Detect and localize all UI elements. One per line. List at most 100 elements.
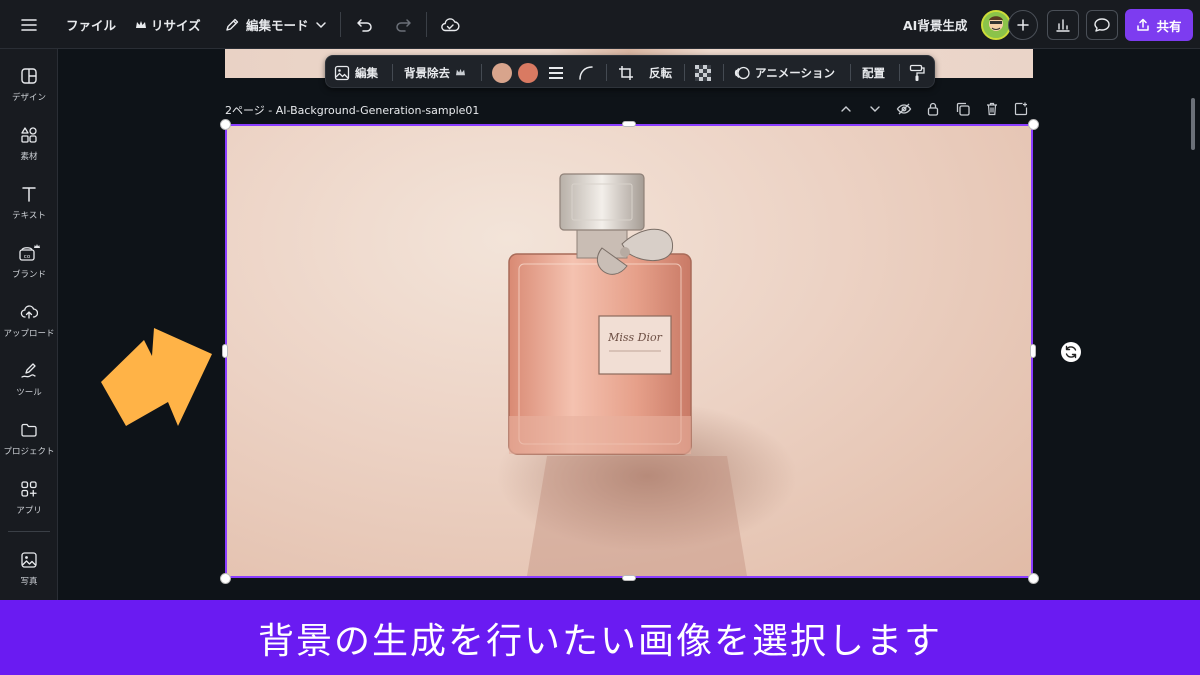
color-swatch-2[interactable]	[518, 63, 538, 83]
image-edit-icon	[334, 65, 350, 80]
top-bar: ファイル リサイズ 編集モード AI背景生成 共有	[0, 0, 1200, 49]
resize-handle-right[interactable]	[1030, 344, 1036, 358]
copy-style-button[interactable]	[909, 56, 925, 89]
position-button[interactable]: 配置	[862, 56, 885, 89]
resize-handle-bottom[interactable]	[622, 575, 636, 581]
add-page-button[interactable]	[1011, 100, 1031, 118]
elements-icon	[21, 127, 37, 143]
delete-page-button[interactable]	[982, 100, 1002, 118]
layout-icon	[21, 68, 37, 84]
edit-mode-label: 編集モード	[246, 18, 309, 33]
checkerboard-icon	[695, 64, 711, 81]
page-title: 2ページ - AI-Background-Generation-sample01	[225, 104, 480, 117]
move-page-down-button[interactable]	[865, 100, 885, 118]
sidebar-item-label: ツール	[16, 388, 42, 398]
position-label: 配置	[862, 65, 885, 80]
edit-mode-dropdown[interactable]: 編集モード	[224, 0, 327, 49]
edit-image-button[interactable]: 編集	[334, 56, 378, 89]
share-button[interactable]: 共有	[1125, 9, 1193, 41]
sidebar-item-label: ブランド	[11, 270, 46, 280]
sidebar-item-elements[interactable]: 素材	[0, 126, 58, 176]
divider	[392, 64, 393, 81]
flip-button[interactable]: 反転	[649, 56, 672, 89]
folder-icon	[21, 423, 37, 437]
rotate-icon	[1065, 345, 1077, 359]
chevron-down-icon	[870, 106, 880, 112]
divider	[340, 12, 341, 37]
svg-text:Miss Dior: Miss Dior	[607, 331, 663, 344]
resize-label: リサイズ	[151, 18, 201, 33]
resize-handle-bottom-right[interactable]	[1028, 573, 1039, 584]
divider	[899, 64, 900, 81]
crop-icon	[619, 65, 633, 80]
add-collaborator-button[interactable]	[1008, 10, 1038, 40]
corner-rounding-button[interactable]	[578, 56, 594, 89]
transparency-button[interactable]	[695, 56, 711, 89]
lock-page-button[interactable]	[923, 100, 943, 118]
rotate-button[interactable]	[1061, 342, 1081, 362]
chevron-up-icon	[841, 106, 851, 112]
resize-handle-top-right[interactable]	[1028, 119, 1039, 130]
vertical-scrollbar[interactable]	[1191, 98, 1195, 150]
photo-icon	[21, 552, 37, 568]
resize-handle-bottom-left[interactable]	[220, 573, 231, 584]
duplicate-page-button[interactable]	[953, 100, 973, 118]
pointer-arrow-icon	[101, 328, 212, 426]
perfume-bottle-image[interactable]: Miss Dior	[225, 124, 1033, 578]
animate-button[interactable]: アニメーション	[734, 56, 835, 89]
sidebar-item-tools[interactable]: ツール	[0, 362, 58, 412]
corner-radius-icon	[579, 65, 593, 80]
ai-background-generation-button[interactable]: AI背景生成	[903, 0, 967, 49]
sidebar-item-brand[interactable]: co ブランド	[0, 244, 58, 294]
sidebar-item-upload[interactable]: アップロード	[0, 303, 58, 353]
trash-icon	[987, 102, 997, 116]
context-toolbar: 編集 背景除去 反転 アニメーション 配置	[325, 55, 935, 88]
lock-icon	[927, 102, 939, 116]
comment-button[interactable]	[1086, 10, 1118, 40]
edit-image-label: 編集	[355, 65, 378, 80]
menu-icon[interactable]	[18, 0, 40, 49]
ai-background-generation-label: AI背景生成	[903, 18, 968, 33]
duplicate-icon	[956, 102, 970, 116]
file-menu-label: ファイル	[66, 18, 117, 33]
file-menu[interactable]: ファイル	[66, 0, 116, 49]
sidebar-item-photos[interactable]: 写真	[0, 551, 58, 601]
sidebar-item-label: プロジェクト	[3, 447, 55, 457]
redo-icon[interactable]	[392, 0, 414, 49]
chevron-down-icon	[315, 21, 326, 28]
move-page-up-button[interactable]	[836, 100, 856, 118]
resize-handle-left[interactable]	[222, 344, 228, 358]
share-label: 共有	[1156, 18, 1182, 34]
paint-roller-icon	[909, 64, 925, 81]
cloud-saved-icon[interactable]	[439, 0, 461, 49]
sidebar-item-apps[interactable]: アプリ	[0, 480, 58, 530]
undo-icon[interactable]	[354, 0, 376, 49]
sidebar-item-design[interactable]: デザイン	[0, 67, 58, 117]
resize-handle-top[interactable]	[622, 121, 636, 127]
resize-handle-top-left[interactable]	[220, 119, 231, 130]
crown-icon	[456, 68, 465, 76]
upload-cloud-icon	[20, 305, 38, 319]
sidebar-item-projects[interactable]: プロジェクト	[0, 421, 58, 471]
resize-button[interactable]: リサイズ	[135, 0, 201, 49]
border-style-button[interactable]	[548, 56, 564, 89]
color-swatch-1[interactable]	[492, 63, 512, 83]
sidebar-item-label: 写真	[20, 577, 38, 587]
sidebar-item-text[interactable]: テキスト	[0, 185, 58, 235]
pencil-icon	[226, 18, 239, 31]
border-lines-icon	[549, 66, 563, 79]
flip-label: 反転	[649, 65, 672, 80]
avatar[interactable]	[981, 10, 1011, 40]
crop-button[interactable]	[618, 56, 634, 89]
insights-button[interactable]	[1047, 10, 1079, 40]
hide-page-button[interactable]	[894, 100, 914, 118]
sidebar-divider	[8, 531, 50, 532]
perfume-bottle-illustration: Miss Dior	[497, 173, 797, 576]
bg-remover-button[interactable]: 背景除去	[404, 56, 466, 89]
crown-icon	[136, 20, 146, 28]
eye-slash-icon	[896, 103, 912, 115]
animation-icon	[734, 66, 750, 79]
add-page-icon	[1014, 102, 1028, 116]
left-sidebar: デザイン 素材 テキスト co ブランド アップロード ツール プロジェクト ア…	[0, 49, 58, 600]
animate-label: アニメーション	[755, 65, 836, 80]
